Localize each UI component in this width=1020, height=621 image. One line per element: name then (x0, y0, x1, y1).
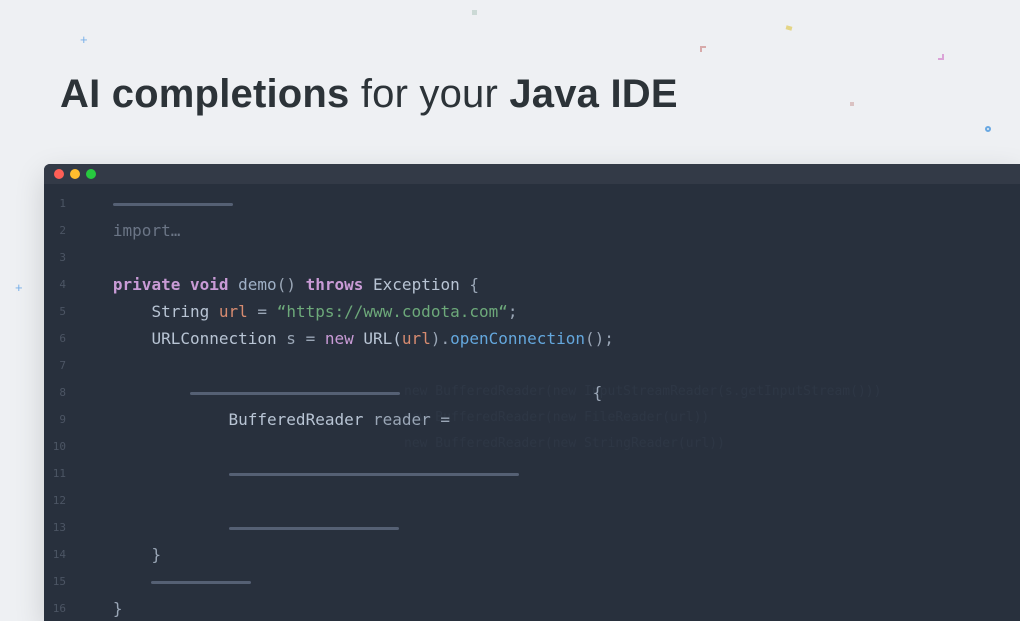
page-title: AI completions for your Java IDE (60, 72, 678, 117)
code-token-import: import… (113, 221, 180, 240)
confetti-speck (985, 126, 991, 132)
line-number: 6 (44, 325, 66, 352)
line-number: 11 (44, 460, 66, 487)
skeleton-bar (229, 527, 399, 530)
code-line: { (84, 379, 1020, 406)
line-number: 16 (44, 595, 66, 621)
line-number: 4 (44, 271, 66, 298)
skeleton-bar (151, 581, 251, 584)
line-number: 3 (44, 244, 66, 271)
code-token-punc: () (277, 275, 296, 294)
code-token-string: “https://www.codota.com“ (277, 302, 508, 321)
code-line-active: BufferedReader reader = (84, 352, 1020, 379)
code-line: String url = “https://www.codota.com“; (84, 298, 1020, 325)
code-token-keyword: new (325, 329, 354, 348)
line-number: 12 (44, 487, 66, 514)
confetti-speck (700, 46, 706, 52)
code-token-variable: url (219, 302, 248, 321)
code-line (84, 244, 1020, 271)
skeleton-bar (190, 392, 400, 395)
code-token-type: URLConnection (151, 329, 276, 348)
plus-icon: + (80, 32, 88, 47)
editor-window: 1 2 3 4 5 6 7 8 9 10 11 12 13 14 15 16 1… (44, 164, 1020, 621)
code-token-type: URL( (354, 329, 402, 348)
confetti-speck (938, 54, 944, 60)
code-line (84, 433, 1020, 460)
code-line (84, 568, 1020, 595)
code-token-function: openConnection (450, 329, 585, 348)
skeleton-bar (229, 473, 519, 476)
code-token-keyword: throws (306, 275, 364, 294)
line-number: 1 (44, 190, 66, 217)
skeleton-bar (113, 203, 233, 206)
code-token-punc: s = (277, 329, 325, 348)
code-token-type: String (151, 302, 209, 321)
window-titlebar (44, 164, 1020, 184)
code-token-punc: } (151, 545, 161, 564)
plus-icon: + (15, 280, 23, 295)
code-line: import… (84, 217, 1020, 244)
code-token-punc: (); (585, 329, 614, 348)
code-token-method: demo (238, 275, 277, 294)
code-line: URLConnection s = new URL(url).openConne… (84, 325, 1020, 352)
code-editor[interactable]: 1 2 3 4 5 6 7 8 9 10 11 12 13 14 15 16 1… (44, 184, 1020, 621)
code-token-punc: } (113, 599, 123, 618)
window-close-icon[interactable] (54, 169, 64, 179)
code-line (84, 190, 1020, 217)
code-line: } (84, 541, 1020, 568)
line-number: 15 (44, 568, 66, 595)
line-number: 9 (44, 406, 66, 433)
code-token-variable: url (402, 329, 431, 348)
line-number: 8 (44, 379, 66, 406)
line-number: 5 (44, 298, 66, 325)
code-token-type: Exception (373, 275, 460, 294)
heading-part-2: for your (350, 72, 510, 116)
code-line: private void demo() throws Exception { (84, 271, 1020, 298)
line-number-gutter: 1 2 3 4 5 6 7 8 9 10 11 12 13 14 15 16 1… (44, 184, 74, 621)
code-token-type: BufferedReader (229, 410, 364, 429)
confetti-speck (786, 25, 793, 30)
code-token-punc: { (593, 383, 603, 402)
code-area[interactable]: import… private void demo() throws Excep… (74, 184, 1020, 621)
code-line (84, 487, 1020, 514)
heading-part-3: Java IDE (509, 72, 677, 116)
confetti-speck (850, 102, 854, 106)
code-token-keyword: private (113, 275, 180, 294)
code-line (84, 514, 1020, 541)
code-token-punc: ; (508, 302, 518, 321)
code-token-keyword: void (190, 275, 229, 294)
window-minimize-icon[interactable] (70, 169, 80, 179)
code-token-punc: { (469, 275, 479, 294)
code-token-punc: . (440, 329, 450, 348)
code-line: } (84, 595, 1020, 621)
code-token-punc: = (248, 302, 277, 321)
window-zoom-icon[interactable] (86, 169, 96, 179)
code-token-punc: reader = (363, 410, 459, 429)
line-number: 7 (44, 352, 66, 379)
line-number: 10 (44, 433, 66, 460)
line-number: 13 (44, 514, 66, 541)
line-number: 14 (44, 541, 66, 568)
heading-part-1: AI completions (60, 72, 350, 116)
confetti-speck (472, 10, 477, 15)
line-number: 2 (44, 217, 66, 244)
code-line (84, 460, 1020, 487)
